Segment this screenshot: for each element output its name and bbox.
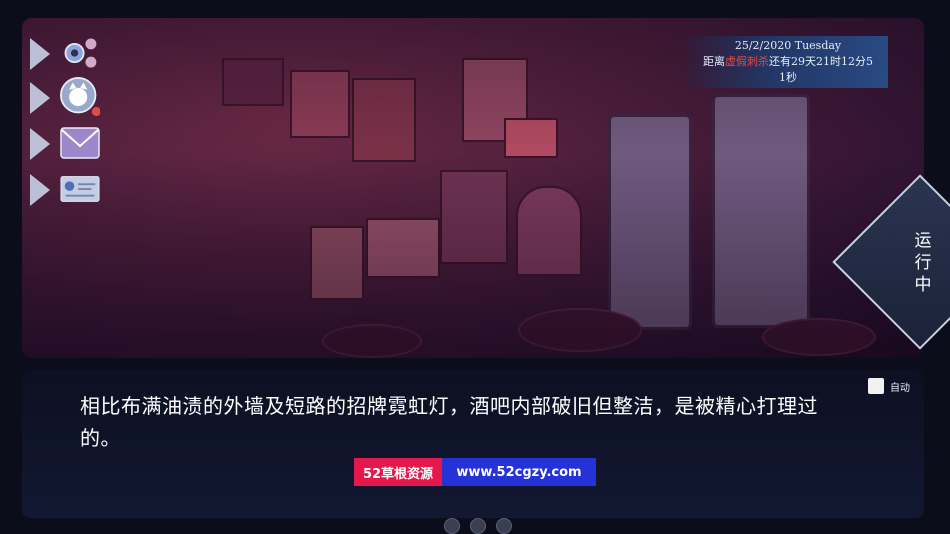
countdown-line: 距离虚假刺杀还有29天21时12分5 [688, 54, 888, 70]
nav-arrow-icon [30, 174, 50, 206]
card-icon [60, 170, 100, 208]
nav-arrow-icon [30, 38, 50, 70]
running-status-badge[interactable]: 运行中 [832, 174, 950, 350]
nav-item-messages[interactable] [30, 124, 100, 164]
nav-item-id-card[interactable] [30, 170, 100, 210]
countdown-prefix: 距离 [703, 55, 725, 68]
nav-item-settings[interactable] [30, 34, 100, 74]
watermark-left: 52草根资源 [354, 458, 442, 486]
auto-checkbox[interactable] [868, 378, 884, 394]
mail-icon [60, 124, 100, 162]
countdown-seconds: 1秒 [779, 71, 797, 84]
watermark-right: www.52cgzy.com [442, 458, 596, 486]
date-line: 25/2/2020 Tuesday [734, 39, 842, 52]
auto-label: 自动 [890, 382, 910, 394]
cat-avatar-icon [60, 77, 100, 117]
page-dot[interactable] [496, 518, 512, 534]
countdown-suffix: 还有29天21时12分5 [769, 55, 873, 68]
nav-arrow-icon [30, 82, 50, 114]
page-dot[interactable] [470, 518, 486, 534]
nav-arrow-icon [30, 128, 50, 160]
countdown-panel: 25/2/2020 Tuesday 距离虚假刺杀还有29天21时12分5 1秒 [688, 36, 888, 88]
page-dot[interactable] [444, 518, 460, 534]
status-label: 运行中 [914, 231, 932, 295]
gear-icon [60, 34, 100, 72]
nav-item-character[interactable] [30, 77, 100, 118]
dialog-text: 相比布满油渍的外墙及短路的招牌霓虹灯，酒吧内部破旧但整洁，是被精心打理过的。 [80, 394, 818, 450]
page-dots [444, 518, 512, 534]
auto-toggle[interactable]: 自动 [868, 378, 910, 394]
countdown-event: 虚假刺杀 [725, 55, 769, 68]
